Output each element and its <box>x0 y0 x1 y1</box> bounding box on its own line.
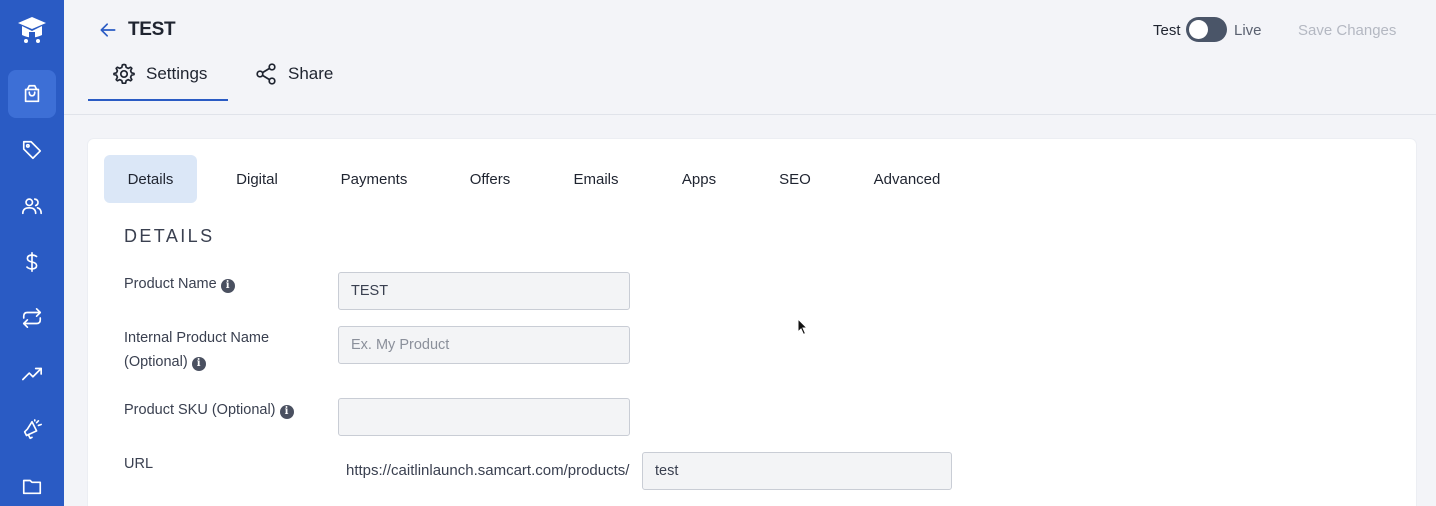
page-title: TEST <box>128 19 176 40</box>
subtab-payments[interactable]: Payments <box>325 155 423 203</box>
test-live-toggle[interactable] <box>1186 17 1227 42</box>
product-name-label-text: Product Name <box>124 276 217 292</box>
section-title: DETAILS <box>124 226 215 246</box>
url-label: URL <box>124 456 154 472</box>
subtab-apps[interactable]: Apps <box>667 155 731 203</box>
mouse-cursor-icon <box>797 318 809 336</box>
sidebar-item-marketing[interactable] <box>8 406 56 454</box>
internal-name-label-line1: Internal Product Name <box>124 330 270 346</box>
megaphone-icon <box>23 419 42 440</box>
info-icon[interactable]: i <box>279 405 294 419</box>
sidebar-item-files[interactable] <box>8 462 56 506</box>
sku-label: Product SKU (Optional) i <box>124 398 294 422</box>
sidebar-item-products[interactable] <box>8 70 56 118</box>
sidebar-item-subscriptions[interactable] <box>8 294 56 342</box>
sidebar-item-coupons[interactable] <box>8 126 56 174</box>
subtab-digital[interactable]: Digital <box>213 155 301 203</box>
save-changes-button[interactable]: Save Changes <box>1298 22 1396 39</box>
mode-label-live: Live <box>1234 22 1262 39</box>
subtab-seo[interactable]: SEO <box>765 155 825 203</box>
share-icon <box>256 63 276 85</box>
sidebar <box>0 0 64 506</box>
page-header: TEST Test Live Save Changes Settings Sha… <box>64 0 1436 115</box>
samcart-logo-icon[interactable] <box>12 10 52 50</box>
shopping-bag-icon <box>24 84 40 103</box>
tab-share-label: Share <box>288 64 334 83</box>
mode-label-test: Test <box>1153 22 1181 39</box>
sku-label-text: Product SKU (Optional) <box>124 402 276 418</box>
internal-name-label: Internal Product Name (Optional) i <box>124 326 269 374</box>
repeat-icon <box>22 308 42 328</box>
product-name-label: Product Name i <box>124 272 235 296</box>
info-icon[interactable]: i <box>191 357 206 371</box>
internal-name-label-line2-wrap: (Optional) i <box>124 350 269 374</box>
tab-settings-label: Settings <box>146 64 208 83</box>
users-icon <box>22 198 42 215</box>
sidebar-item-reports[interactable] <box>8 350 56 398</box>
subtab-advanced[interactable]: Advanced <box>862 155 952 203</box>
sidebar-item-orders[interactable] <box>8 238 56 286</box>
dollar-icon <box>26 252 38 272</box>
subtab-details[interactable]: Details <box>104 155 197 203</box>
url-prefix: https://caitlinlaunch.samcart.com/produc… <box>346 462 630 479</box>
gear-icon <box>113 63 135 85</box>
product-sku-input[interactable] <box>338 398 630 436</box>
sidebar-item-customers[interactable] <box>8 182 56 230</box>
product-settings-card: Details Digital Payments Offers Emails A… <box>88 139 1416 506</box>
trending-up-icon <box>22 367 42 381</box>
active-tab-indicator <box>88 99 228 101</box>
back-button[interactable] <box>96 18 120 42</box>
url-slug-input[interactable] <box>642 452 952 490</box>
folder-icon <box>22 479 42 495</box>
internal-name-label-line2: (Optional) <box>124 354 188 370</box>
toggle-knob <box>1189 20 1208 39</box>
product-name-input[interactable] <box>338 272 630 310</box>
arrow-left-icon <box>100 23 116 37</box>
tag-icon <box>22 140 42 160</box>
internal-product-name-input[interactable] <box>338 326 630 364</box>
tab-settings[interactable]: Settings <box>112 63 208 102</box>
tab-share[interactable]: Share <box>254 63 334 102</box>
subtab-offers[interactable]: Offers <box>449 155 531 203</box>
info-icon[interactable]: i <box>220 279 235 293</box>
subtab-emails[interactable]: Emails <box>555 155 637 203</box>
